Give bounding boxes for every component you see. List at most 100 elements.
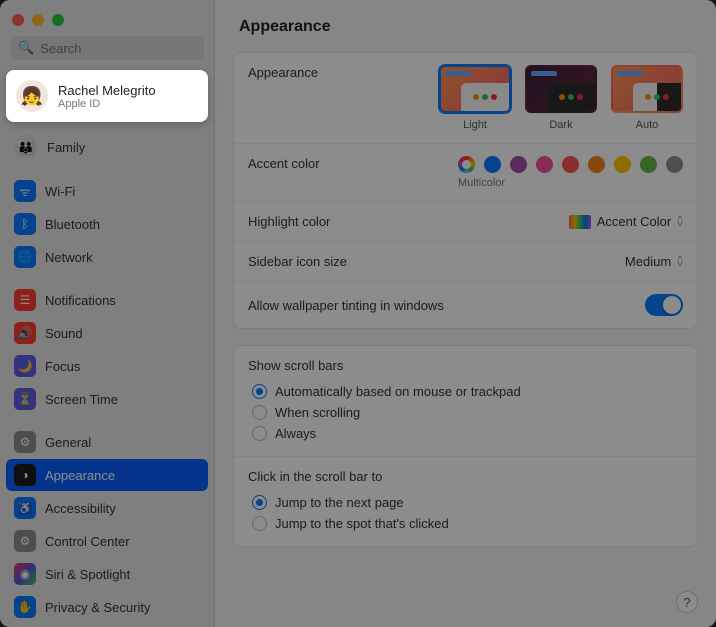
sidebar-item-screen-time[interactable]: ⏳ Screen Time xyxy=(6,383,208,415)
sidebar-item-wi-fi[interactable]: ᯤ Wi-Fi xyxy=(6,175,208,207)
scrollbars-option[interactable]: When scrolling xyxy=(248,402,683,423)
sidebar-item-label: General xyxy=(45,435,91,450)
click-scroll-title: Click in the scroll bar to xyxy=(248,469,683,484)
scroll-panel: Show scroll bars Automatically based on … xyxy=(233,345,698,547)
close-icon[interactable] xyxy=(12,14,24,26)
accent-swatch[interactable] xyxy=(510,156,527,173)
sidebar-item-sound[interactable]: 🔊 Sound xyxy=(6,317,208,349)
radio-icon xyxy=(252,384,267,399)
theme-thumb-icon xyxy=(525,65,597,113)
sidebar-item-label: Screen Time xyxy=(45,392,118,407)
family-icon: 👪 xyxy=(14,135,38,159)
account-name: Rachel Melegrito xyxy=(58,83,156,98)
sidebar-item-general[interactable]: ⚙ General xyxy=(6,426,208,458)
scrollbars-option[interactable]: Always xyxy=(248,423,683,444)
accent-swatches xyxy=(458,156,683,173)
search-input[interactable] xyxy=(40,41,196,56)
search-field[interactable]: 🔍 xyxy=(10,36,204,60)
sidebar-item-focus[interactable]: 🌙 Focus xyxy=(6,350,208,382)
theme-label: Auto xyxy=(636,119,659,131)
siri-icon: ◉ xyxy=(14,563,36,585)
apple-id-card[interactable]: 👧 Rachel Melegrito Apple ID xyxy=(6,70,208,122)
sidebar-item-privacy-security[interactable]: ✋ Privacy & Security xyxy=(6,591,208,623)
wifi-icon: ᯤ xyxy=(14,180,36,202)
sidebar-item-label: Family xyxy=(47,140,85,155)
sidebar-item-network[interactable]: 🌐Network xyxy=(6,241,208,273)
sidebar-item-label: Appearance xyxy=(45,468,115,483)
fullscreen-icon[interactable] xyxy=(52,14,64,26)
sidebar-item-control-center[interactable]: ⚙ Control Center xyxy=(6,525,208,557)
radio-icon xyxy=(252,495,267,510)
sidebar-size-label: Sidebar icon size xyxy=(248,254,347,269)
sidebar: 🔍 👧 Rachel Melegrito Apple ID 👪 Family ᯤ Wi… xyxy=(0,0,215,627)
sidebar-size-value: Medium xyxy=(625,254,671,269)
sidebar-item-appearance[interactable]: ◑Appearance xyxy=(6,459,208,491)
chevron-updown-icon: ˄˅ xyxy=(677,256,683,268)
sidebar-item-label: Focus xyxy=(45,359,80,374)
window-controls xyxy=(0,8,214,36)
appearance-panel: Appearance LightDarkAuto Accent color Mu… xyxy=(233,52,698,329)
sidebar-item-label: Network xyxy=(45,250,93,265)
avatar: 👧 xyxy=(16,80,48,112)
radio-label: Jump to the next page xyxy=(275,495,404,510)
hand-icon: ✋ xyxy=(14,596,36,618)
sidebar-item-accessibility[interactable]: ♿Accessibility xyxy=(6,492,208,524)
sidebar-item-label: Siri & Spotlight xyxy=(45,567,130,582)
sidebar-item-label: Wi-Fi xyxy=(45,184,75,199)
radio-label: Always xyxy=(275,426,316,441)
help-button[interactable]: ? xyxy=(676,591,698,613)
accent-caption: Multicolor xyxy=(458,177,505,189)
gear-icon: ⚙ xyxy=(14,431,36,453)
radio-label: Automatically based on mouse or trackpad xyxy=(275,384,521,399)
appearance-label: Appearance xyxy=(248,65,318,80)
theme-option-auto[interactable]: Auto xyxy=(611,65,683,131)
sidebar-item-label: Sound xyxy=(45,326,83,341)
highlight-label: Highlight color xyxy=(248,214,330,229)
accent-swatch[interactable] xyxy=(640,156,657,173)
theme-picker: Light Dark Auto xyxy=(439,65,683,131)
theme-label: Dark xyxy=(549,119,572,131)
accent-swatch[interactable] xyxy=(484,156,501,173)
moon-icon: 🌙 xyxy=(14,355,36,377)
accent-swatch[interactable] xyxy=(666,156,683,173)
sidebar-item-label: Privacy & Security xyxy=(45,600,150,615)
tinting-toggle[interactable] xyxy=(645,294,683,316)
radio-icon xyxy=(252,426,267,441)
switches-icon: ⚙ xyxy=(14,530,36,552)
sidebar-item-bluetooth[interactable]: ᛒBluetooth xyxy=(6,208,208,240)
accent-swatch[interactable] xyxy=(614,156,631,173)
accent-swatch[interactable] xyxy=(562,156,579,173)
sidebar-item-notifications[interactable]: ☰ Notifications xyxy=(6,284,208,316)
sidebar-item-label: Control Center xyxy=(45,534,130,549)
highlight-select[interactable]: Accent Color ˄˅ xyxy=(330,214,683,229)
minimize-icon[interactable] xyxy=(32,14,44,26)
scrollbars-option[interactable]: Automatically based on mouse or trackpad xyxy=(248,381,683,402)
account-subtitle: Apple ID xyxy=(58,98,156,110)
sidebar-item-family[interactable]: 👪 Family xyxy=(6,130,208,164)
theme-option-light[interactable]: Light xyxy=(439,65,511,131)
radio-icon xyxy=(252,516,267,531)
sidebar-item-label: Notifications xyxy=(45,293,116,308)
click-scroll-option[interactable]: Jump to the next page xyxy=(248,492,683,513)
accent-swatch-multicolor[interactable] xyxy=(458,156,475,173)
page-title: Appearance xyxy=(239,18,692,36)
theme-option-dark[interactable]: Dark xyxy=(525,65,597,131)
titlebar: Appearance xyxy=(215,0,716,46)
click-scroll-option[interactable]: Jump to the spot that's clicked xyxy=(248,513,683,534)
sidebar-item-siri-spotlight[interactable]: ◉ Siri & Spotlight xyxy=(6,558,208,590)
radio-label: Jump to the spot that's clicked xyxy=(275,516,449,531)
main-pane: Appearance Appearance Light Dark Auto Acce… xyxy=(215,0,716,627)
theme-thumb-icon xyxy=(439,65,511,113)
scrollbars-title: Show scroll bars xyxy=(248,358,683,373)
accent-swatch[interactable] xyxy=(536,156,553,173)
search-icon: 🔍 xyxy=(18,40,34,56)
bell-icon: ☰ xyxy=(14,289,36,311)
sidebar-list: 👪 Family ᯤ Wi-Fi ᛒBluetooth🌐Network ☰ Notifica… xyxy=(0,128,214,627)
sidebar-size-select[interactable]: Medium ˄˅ xyxy=(347,254,683,269)
theme-label: Light xyxy=(463,119,487,131)
theme-thumb-icon xyxy=(611,65,683,113)
accent-swatch[interactable] xyxy=(588,156,605,173)
speaker-icon: 🔊 xyxy=(14,322,36,344)
hourglass-icon: ⏳ xyxy=(14,388,36,410)
accessibility-icon: ♿ xyxy=(14,497,36,519)
